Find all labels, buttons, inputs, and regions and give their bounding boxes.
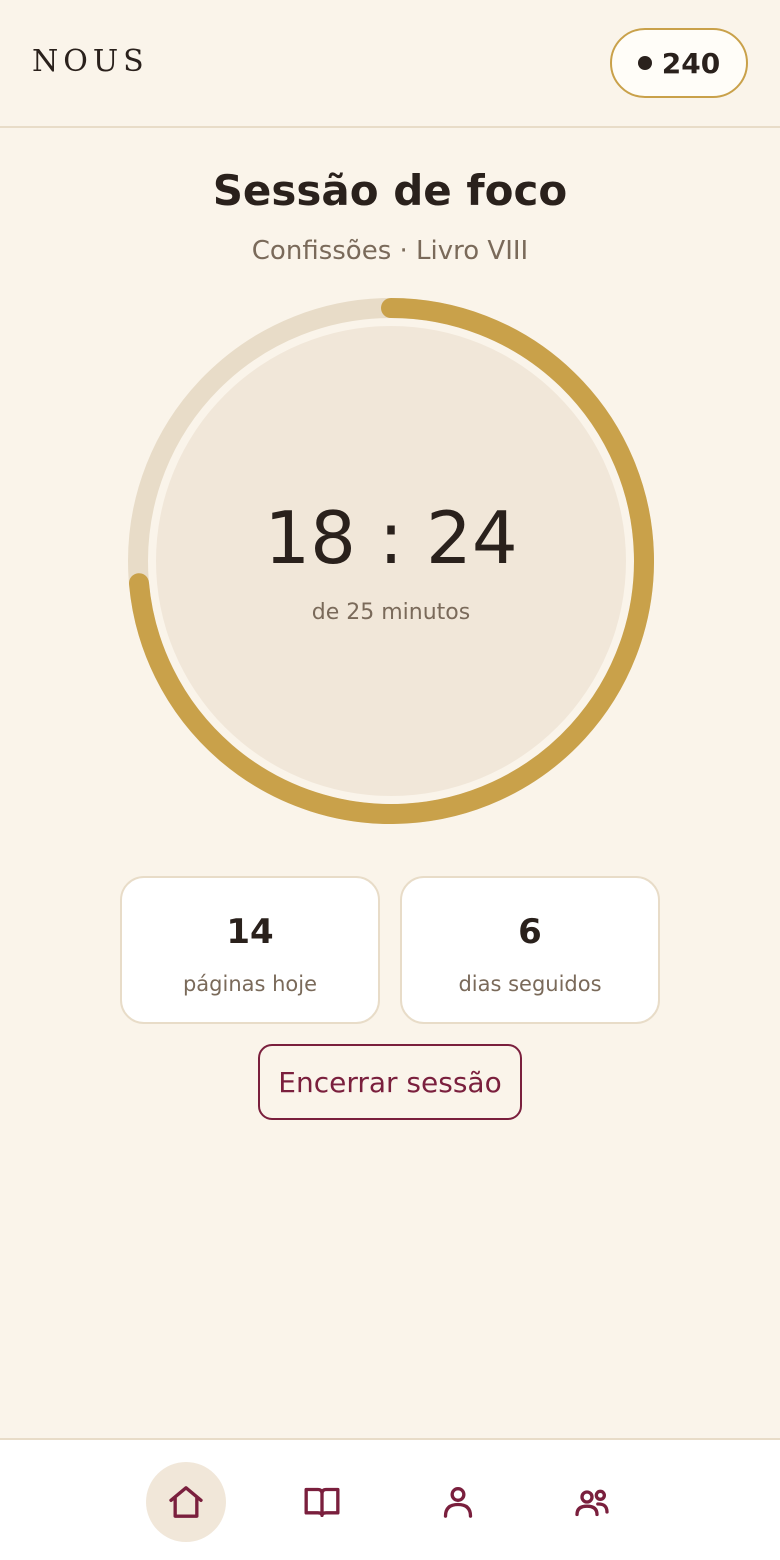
stat-value: 14 [226, 912, 274, 952]
home-icon [169, 1486, 203, 1518]
brand-logo: NOUS [32, 44, 149, 79]
timer-caption: de 25 minutos [311, 600, 471, 625]
page-title: Sessão de foco [212, 166, 568, 215]
bottom-nav [0, 1438, 780, 1560]
person-icon [443, 1487, 473, 1518]
points-dot-icon [637, 56, 652, 70]
book-icon [304, 1487, 340, 1517]
points-value: 240 [661, 46, 721, 80]
points-badge[interactable]: 240 [610, 28, 748, 98]
nav-item-community[interactable] [552, 1462, 632, 1542]
focus-timer: 18 : 24 de 25 minutos [128, 298, 654, 824]
book-subtitle: Confissões · Livro VIII [251, 236, 529, 266]
nav-item-library[interactable] [282, 1462, 362, 1542]
stat-card-streak: 6 dias seguidos [400, 876, 660, 1024]
end-session-button[interactable]: Encerrar sessão [258, 1044, 522, 1120]
timer-value: 18 : 24 [264, 496, 518, 580]
stat-label: dias seguidos [458, 972, 602, 996]
stat-label: páginas hoje [182, 972, 318, 996]
nav-item-profile[interactable] [418, 1462, 498, 1542]
stat-card-pages: 14 páginas hoje [120, 876, 380, 1024]
group-icon [575, 1489, 609, 1517]
nav-item-home[interactable] [146, 1462, 226, 1542]
stat-value: 6 [518, 912, 542, 952]
top-bar: NOUS 240 [0, 0, 780, 128]
